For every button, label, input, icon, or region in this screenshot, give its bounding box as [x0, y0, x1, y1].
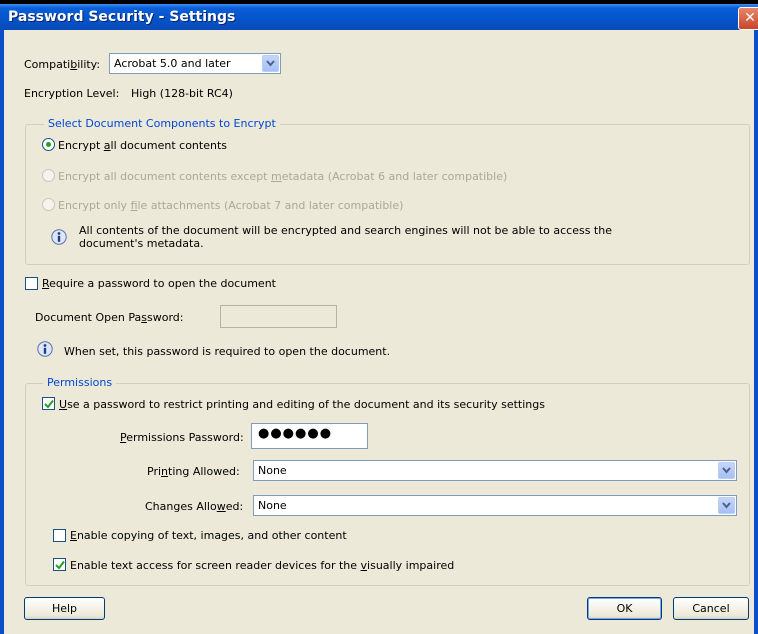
open-password-label-post: sword: [146, 311, 184, 324]
printing-label-accel: n [161, 465, 169, 478]
require-open-password-checkbox[interactable] [25, 277, 38, 290]
printing-allowed-value: None [258, 464, 287, 477]
radio-encrypt-all-label-accel: a [103, 139, 111, 152]
encryption-level-label: Encryption Level: [24, 87, 120, 100]
checkmark-icon [44, 399, 54, 409]
radio-attachments-label-accel: f [130, 199, 138, 212]
radio-encrypt-all-label-pre: Encrypt [58, 139, 104, 152]
enable-copying-label-accel: E [70, 529, 77, 542]
screen-reader-label-post: isually impaired [367, 559, 455, 572]
restrict-permissions-checkbox[interactable] [42, 397, 55, 410]
dropdown-arrow-icon[interactable] [718, 462, 735, 479]
encrypt-components-legend: Select Document Components to Encrypt [44, 117, 280, 130]
enable-copying-label[interactable]: Enable copying of text, images, and othe… [70, 529, 347, 542]
radio-except-metadata-label-post: etadata (Acrobat 6 and later compatible) [281, 170, 508, 183]
restrict-permissions-label[interactable]: Use a password to restrict printing and … [59, 398, 545, 411]
compatibility-value: Acrobat 5.0 and later [114, 57, 231, 70]
radio-attachments-label-pre: Encrypt only [58, 199, 131, 212]
title-bar[interactable]: Password Security - Settings ✕ [0, 4, 758, 30]
info-icon [51, 229, 67, 245]
open-password-info: When set, this password is required to o… [64, 345, 391, 358]
changes-label-accel: w [216, 500, 226, 513]
radio-encrypt-except-metadata-label[interactable]: Encrypt all document contents except met… [58, 170, 507, 183]
enable-copying-label-post: nable copying of text, images, and other… [76, 529, 347, 542]
window-frame-left [0, 30, 4, 634]
open-password-label-pre: Document Open Pa [35, 311, 142, 324]
encryption-level-value: High (128-bit RC4) [131, 87, 233, 100]
help-button[interactable]: Help [24, 597, 105, 620]
close-icon[interactable]: ✕ [738, 7, 758, 30]
window-frame-right [754, 30, 758, 634]
changes-allowed-label: Changes Allowed: [145, 500, 243, 513]
radio-attachments-label-post: ile attachments (Acrobat 7 and later com… [137, 199, 404, 212]
changes-allowed-value: None [258, 499, 287, 512]
radio-encrypt-all-label[interactable]: Encrypt all document contents [58, 139, 227, 152]
restrict-permissions-label-post: se a password to restrict printing and e… [67, 398, 545, 411]
restrict-permissions-label-accel: U [59, 398, 68, 411]
checkmark-icon [55, 560, 65, 570]
dropdown-arrow-icon[interactable] [262, 55, 279, 72]
radio-except-metadata-label-pre: Encrypt all document contents except [58, 170, 271, 183]
radio-except-metadata-label-accel: m [270, 170, 282, 183]
radio-encrypt-all-label-post: ll document contents [110, 139, 227, 152]
enable-screen-reader-checkbox[interactable] [53, 558, 66, 571]
ok-button[interactable]: OK [587, 597, 662, 620]
enable-screen-reader-label[interactable]: Enable text access for screen reader dev… [70, 559, 454, 572]
printing-label-post: ting Allowed: [168, 465, 240, 478]
permissions-group [25, 383, 750, 586]
printing-allowed-label: Printing Allowed: [147, 465, 240, 478]
permissions-password-mask: ●●●●●● [258, 426, 333, 441]
changes-label-pre: Changes Allo [145, 500, 217, 513]
radio-encrypt-attachments[interactable] [42, 198, 55, 211]
compatibility-label: Compatibility: [24, 58, 100, 71]
compatibility-select[interactable]: Acrobat 5.0 and later [109, 53, 281, 74]
permissions-legend: Permissions [43, 376, 117, 389]
printing-allowed-select[interactable]: None [253, 460, 737, 481]
open-password-label: Document Open Password: [35, 311, 183, 324]
radio-encrypt-attachments-label[interactable]: Encrypt only file attachments (Acrobat 7… [58, 199, 403, 212]
info-icon [37, 341, 53, 357]
cancel-button[interactable]: Cancel [673, 597, 749, 620]
enable-copying-checkbox[interactable] [53, 529, 66, 542]
dropdown-arrow-icon[interactable] [718, 497, 735, 514]
radio-encrypt-except-metadata[interactable] [42, 169, 55, 182]
require-open-password-label-post: equire a password to open the document [49, 277, 276, 290]
permissions-password-field[interactable]: ●●●●●● [251, 423, 368, 449]
compatibility-label-pre: Compati [24, 58, 71, 71]
compatibility-label-post: ility: [77, 58, 101, 71]
permissions-password-label: Permissions Password: [120, 431, 244, 444]
printing-label-pre: Pri [147, 465, 162, 478]
close-glyph: ✕ [744, 10, 756, 26]
open-password-field[interactable] [220, 305, 337, 328]
permissions-password-label-post: ermissions Password: [126, 431, 244, 444]
encrypt-info-line2: document's metadata. [79, 237, 204, 250]
radio-encrypt-all[interactable] [42, 138, 55, 151]
require-open-password-label[interactable]: Require a password to open the document [42, 277, 276, 290]
window-title: Password Security - Settings [8, 9, 236, 25]
changes-allowed-select[interactable]: None [253, 495, 737, 516]
screen-reader-label-pre: Enable text access for screen reader dev… [70, 559, 361, 572]
encrypt-info-line1: All contents of the document will be enc… [79, 224, 612, 237]
changes-label-post: ed: [225, 500, 244, 513]
